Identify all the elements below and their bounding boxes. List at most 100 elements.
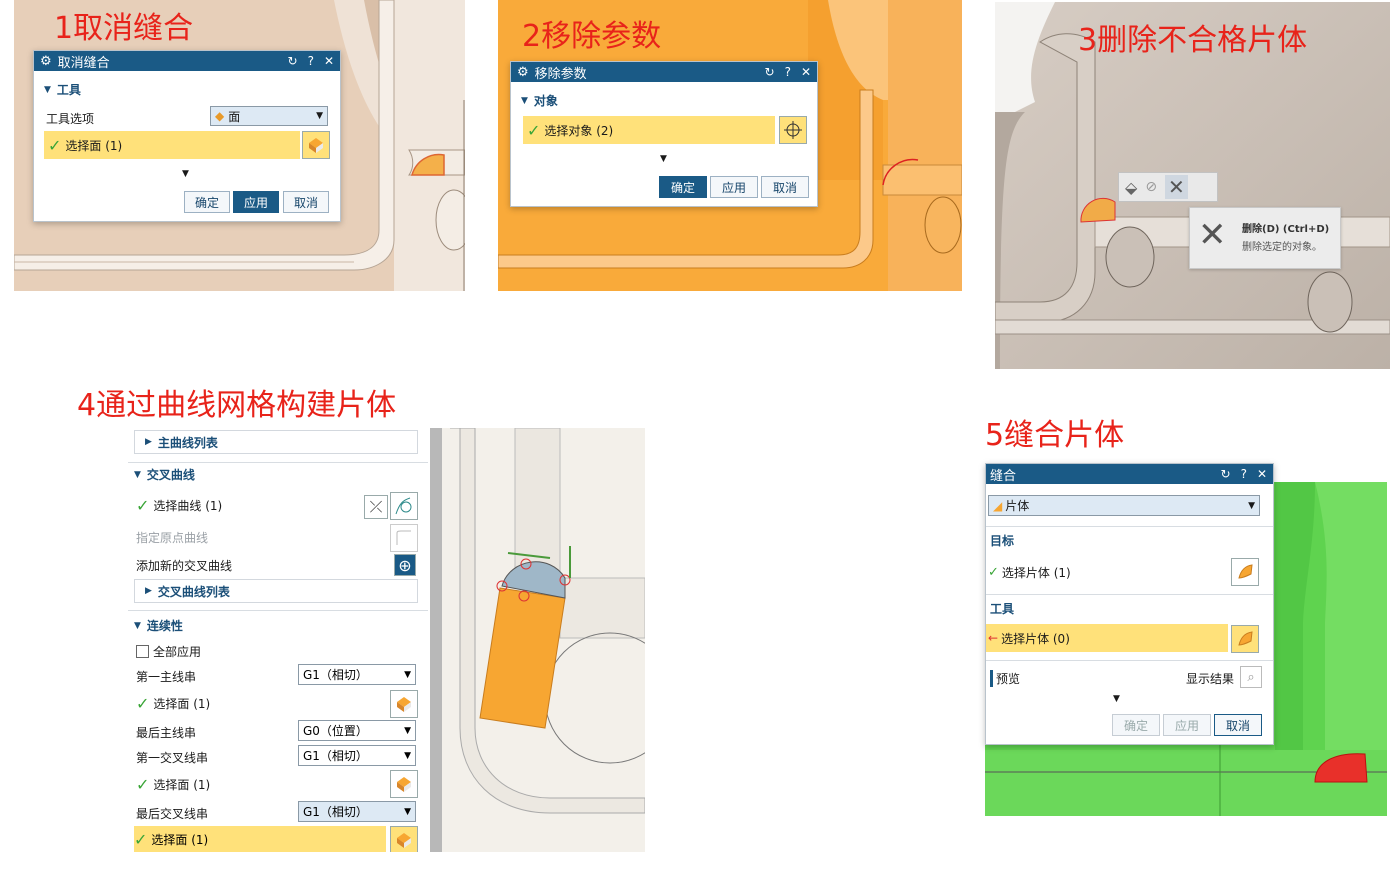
step-3-title: 3删除不合格片体 [1078,23,1308,58]
check-icon: ✓ [988,565,999,580]
crosshair-icon[interactable] [779,116,807,144]
last-cross-dropdown[interactable]: G1（相切） ▼ [298,801,416,822]
ok-button[interactable]: 确定 [1112,714,1160,736]
check-icon: ✓ [48,135,62,155]
dialog-remove-params: ⚙ 移除参数 ↻ ? ✕ ▼ 对象 ✓ 选择对象 (2) ▼ 确定 应用 取消 [510,61,818,207]
select-face-row-3[interactable]: ✓ 选择面 (1) [134,826,386,852]
dialog-titlebar: ⚙ 取消缝合 ↻ ? ✕ [34,51,340,71]
curve-rule-icon[interactable]: ⤫ [364,495,388,519]
type-dropdown[interactable]: ◢ 片体 ▼ [988,495,1260,516]
gear-icon[interactable]: ⚙ [40,54,52,69]
curve-select-icon[interactable] [390,492,418,520]
delete-icon[interactable]: ✕ [1165,175,1188,199]
last-cross-label: 最后交叉线串 [136,807,209,821]
dialog-title: 取消缝合 [57,55,110,71]
cancel-button[interactable]: 取消 [1214,714,1262,736]
panel-4-form: ▶ 主曲线列表 ▼ 交叉曲线 ✓ 选择曲线 (1) ⤫ 指定原点曲线 添加新的交叉… [128,428,428,852]
origin-curve-icon[interactable] [390,524,418,552]
help-icon[interactable]: ? [1241,467,1247,481]
collapse-triangle-icon: ▼ [44,84,51,95]
sheet-select-icon-tool[interactable] [1231,625,1259,653]
tooltip-title: 删除(D) (Ctrl+D) [1242,224,1330,235]
layer-icon[interactable]: ⬙ [1125,178,1137,197]
add-circle-icon[interactable]: ⊕ [394,554,416,576]
select-face-row-2[interactable]: ✓ 选择面 (1) [136,775,210,794]
section-continuity[interactable]: ▼ 连续性 [134,617,183,634]
collapse-triangle-icon: ▼ [521,95,528,106]
checkbox-icon [136,645,149,658]
ok-button[interactable]: 确定 [659,176,707,198]
chevron-down-icon: ▼ [404,669,411,680]
origin-curve-label: 指定原点曲线 [136,531,209,545]
face-select-icon-2[interactable] [390,770,418,798]
model-view-4 [430,428,645,852]
tool-option-label: 工具选项 [46,112,95,126]
magnifier-icon[interactable]: ⌕ [1240,666,1262,688]
apply-button[interactable]: 应用 [233,191,279,213]
select-face-row-1[interactable]: ✓ 选择面 (1) [136,694,210,713]
tool-option-dropdown[interactable]: ◆ 面 ▼ [210,106,328,126]
expand-more-icon[interactable]: ▼ [660,154,667,164]
first-cross-label: 第一交叉线串 [136,751,209,765]
quick-toolbar: ⬙ ⊘ ✕ [1118,172,1218,202]
sheet-icon: ◢ [993,498,1003,513]
cancel-button[interactable]: 取消 [283,191,329,213]
first-primary-dropdown[interactable]: G1（相切） ▼ [298,664,416,685]
face-select-icon-1[interactable] [390,690,418,718]
section-tool[interactable]: 工具 [990,600,1014,617]
collapse-triangle-icon: ▼ [134,469,141,480]
reset-icon[interactable]: ↻ [1221,467,1231,481]
ok-button[interactable]: 确定 [184,191,230,213]
chevron-down-icon: ▼ [404,806,411,817]
dialog-titlebar: ⚙ 移除参数 ↻ ? ✕ [511,62,817,82]
close-icon[interactable]: ✕ [324,54,334,68]
cross-curve-list[interactable]: ▶ 交叉曲线列表 [134,579,418,603]
chevron-down-icon: ▼ [404,725,411,736]
select-object-row[interactable]: ✓ 选择对象 (2) [523,116,775,144]
section-target[interactable]: 目标 [990,532,1014,549]
check-icon: ✓ [136,775,150,794]
expand-triangle-icon: ▶ [145,437,152,447]
delete-tooltip: ✕ 删除(D) (Ctrl+D) 删除选定的对象。 [1189,207,1341,269]
show-result-label: 显示结果 [1186,672,1235,686]
delete-large-icon: ✕ [1198,215,1227,255]
dialog-sew: 缝合 ↻ ? ✕ ◢ 片体 ▼ 目标 ✓ 选择片体 (1) 工具 ← 选择片体 (0… [985,463,1274,745]
select-target-row[interactable]: ✓ 选择片体 (1) [988,564,1071,581]
apply-button[interactable]: 应用 [1163,714,1211,736]
select-tool-row[interactable]: ← 选择片体 (0) [986,624,1228,652]
face-select-icon-3[interactable] [390,826,418,852]
hide-icon[interactable]: ⊘ [1145,179,1157,195]
expand-more-icon[interactable]: ▼ [182,169,189,179]
select-face-row[interactable]: ✓ 选择面 (1) [44,131,300,159]
check-icon: ✓ [134,829,148,849]
primary-curve-list[interactable]: ▶ 主曲线列表 [134,430,418,454]
close-icon[interactable]: ✕ [801,65,811,79]
sheet-select-icon-target[interactable] [1231,558,1259,586]
reset-icon[interactable]: ↻ [765,65,775,79]
select-face-icon[interactable] [302,131,330,159]
apply-button[interactable]: 应用 [710,176,758,198]
help-icon[interactable]: ? [308,54,314,68]
cancel-button[interactable]: 取消 [761,176,809,198]
help-icon[interactable]: ? [785,65,791,79]
section-object[interactable]: ▼ 对象 [521,92,558,109]
gear-icon[interactable]: ⚙ [517,65,529,80]
reset-icon[interactable]: ↻ [288,54,298,68]
apply-all-checkbox[interactable]: 全部应用 [136,643,201,660]
first-primary-label: 第一主线串 [136,670,197,684]
close-icon[interactable]: ✕ [1257,467,1267,481]
section-tool[interactable]: ▼ 工具 [44,81,81,98]
dialog-title: 缝合 [990,468,1017,484]
last-primary-label: 最后主线串 [136,726,197,740]
add-cross-curve-label: 添加新的交叉曲线 [136,559,233,573]
expand-triangle-icon: ▶ [145,586,152,596]
first-cross-dropdown[interactable]: G1（相切） ▼ [298,745,416,766]
arrow-left-icon: ← [988,631,999,645]
select-curve-row[interactable]: ✓ 选择曲线 (1) [136,496,222,515]
section-cross-curve[interactable]: ▼ 交叉曲线 [134,466,195,483]
last-primary-dropdown[interactable]: G0（位置） ▼ [298,720,416,741]
panel-4-viewport [430,428,645,852]
expand-more-icon[interactable]: ▼ [1113,694,1120,704]
chevron-down-icon: ▼ [316,111,323,121]
preview-label[interactable]: 预览 [990,670,1020,687]
